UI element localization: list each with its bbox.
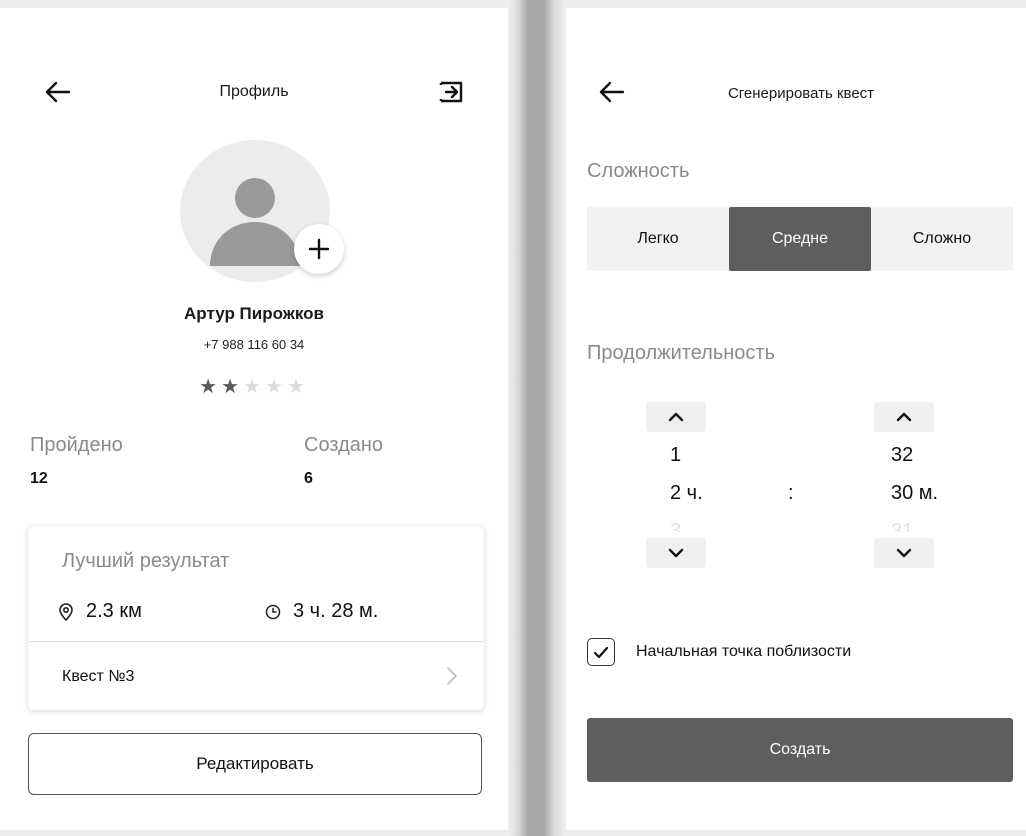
chevron-down-icon: [896, 548, 912, 558]
clock-icon: [265, 604, 281, 619]
star-icon: ★: [243, 376, 265, 398]
user-phone: +7 988 116 60 34: [203, 337, 305, 352]
edit-button[interactable]: Редактировать: [28, 733, 482, 795]
quest-name: Квест №3: [62, 668, 135, 685]
star-icon: ★: [199, 376, 222, 398]
completed-value: 12: [30, 470, 48, 487]
minutes-current: 30 м.: [891, 482, 939, 504]
duration-label: Продолжительность: [587, 342, 775, 364]
best-result-card: Лучший результат 2.3 км 3 ч. 28 м. Квест…: [28, 526, 484, 710]
difficulty-label: Сложность: [587, 160, 690, 182]
difficulty-option-easy[interactable]: Легко: [587, 207, 729, 271]
back-button[interactable]: [594, 74, 630, 110]
back-button[interactable]: [40, 74, 76, 110]
hours-next: 3: [670, 520, 682, 532]
chevron-up-icon: [896, 412, 912, 422]
star-icon: ★: [264, 376, 287, 398]
chevron-up-icon: [668, 412, 684, 422]
page-title: Сгенерировать квест: [727, 85, 875, 102]
time-separator: :: [788, 482, 794, 504]
logout-button[interactable]: [432, 74, 472, 110]
chevron-right-icon: [446, 666, 458, 691]
distance-value: 2.3 км: [86, 600, 142, 622]
generate-quest-screen: Сгенерировать квест Сложность Легко Сред…: [566, 8, 1026, 830]
time-value: 3 ч. 28 м.: [293, 600, 379, 622]
time-metric: 3 ч. 28 м.: [265, 600, 378, 623]
distance-metric: 2.3 км: [58, 600, 142, 623]
chevron-down-icon: [668, 548, 684, 558]
difficulty-selector: Легко Средне Сложно: [587, 207, 1013, 271]
profile-screen: Профиль Артур Пирожков +7 988 116 60 34 …: [0, 8, 508, 830]
checkmark-icon: [593, 646, 609, 658]
create-button[interactable]: Создать: [587, 718, 1013, 782]
location-pin-icon: [59, 602, 73, 621]
nearby-start-checkbox[interactable]: [587, 638, 615, 666]
completed-label: Пройдено: [30, 434, 123, 456]
plus-icon: [308, 238, 330, 260]
hours-down-button[interactable]: [646, 538, 706, 568]
minutes-down-button[interactable]: [874, 538, 934, 568]
created-value: 6: [304, 470, 313, 487]
nearby-start-label[interactable]: Начальная точка поблизости: [636, 643, 851, 661]
add-photo-button[interactable]: [294, 224, 344, 274]
user-name: Артур Пирожков: [184, 304, 324, 323]
screen-separator: [508, 0, 566, 836]
hours-prev: 1: [670, 444, 682, 466]
difficulty-option-medium[interactable]: Средне: [729, 207, 871, 271]
difficulty-option-hard[interactable]: Сложно: [871, 207, 1013, 271]
rating-stars: ★★★★★: [0, 374, 508, 399]
arrow-left-icon: [599, 81, 625, 103]
hours-up-button[interactable]: [646, 402, 706, 432]
minutes-next: 31: [891, 520, 914, 532]
minutes-prev: 32: [891, 444, 914, 466]
logout-icon: [439, 81, 463, 103]
star-icon: ★: [286, 376, 309, 398]
best-result-title: Лучший результат: [62, 550, 230, 572]
best-quest-link[interactable]: Квест №3: [28, 642, 484, 710]
minutes-up-button[interactable]: [874, 402, 934, 432]
hours-current: 2 ч.: [670, 482, 703, 504]
star-icon: ★: [221, 376, 244, 398]
arrow-left-icon: [45, 81, 71, 103]
page-title: Профиль: [219, 83, 289, 100]
created-label: Создано: [304, 434, 384, 456]
